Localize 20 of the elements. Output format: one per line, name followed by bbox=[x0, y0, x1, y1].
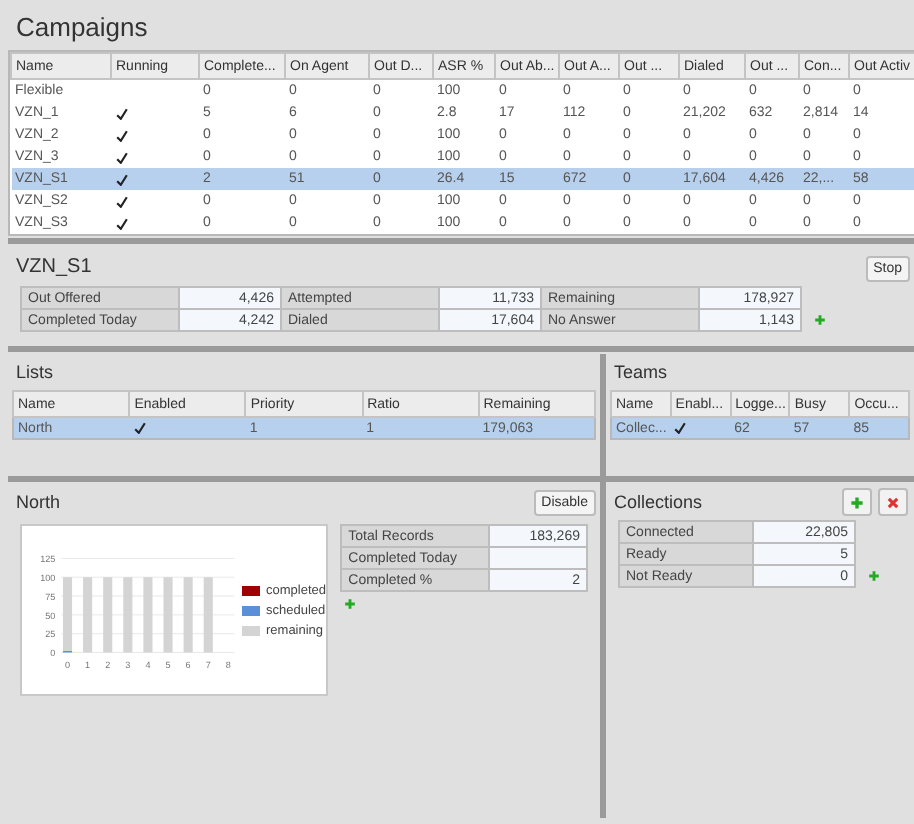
section-title: Teams bbox=[612, 360, 670, 386]
section-title: Collections bbox=[612, 490, 705, 516]
delete-button[interactable] bbox=[878, 488, 908, 516]
add-icon[interactable] bbox=[868, 570, 880, 582]
chart-bar bbox=[143, 577, 153, 653]
section-title: VZN_S1 bbox=[14, 254, 94, 282]
section-title: Lists bbox=[14, 360, 56, 386]
chart-bar bbox=[103, 577, 113, 653]
chart-bar bbox=[123, 577, 133, 653]
chart-bar bbox=[203, 577, 213, 653]
add-icon bbox=[850, 495, 864, 509]
chart-bar bbox=[83, 577, 93, 653]
add-button[interactable] bbox=[842, 488, 872, 516]
section-title: Campaigns bbox=[14, 10, 150, 46]
add-icon[interactable] bbox=[814, 314, 826, 326]
delete-icon bbox=[886, 495, 900, 509]
chart-bar bbox=[183, 577, 193, 653]
chart-bar bbox=[163, 577, 173, 653]
add-icon[interactable] bbox=[344, 598, 357, 610]
section-title: North bbox=[14, 490, 63, 516]
